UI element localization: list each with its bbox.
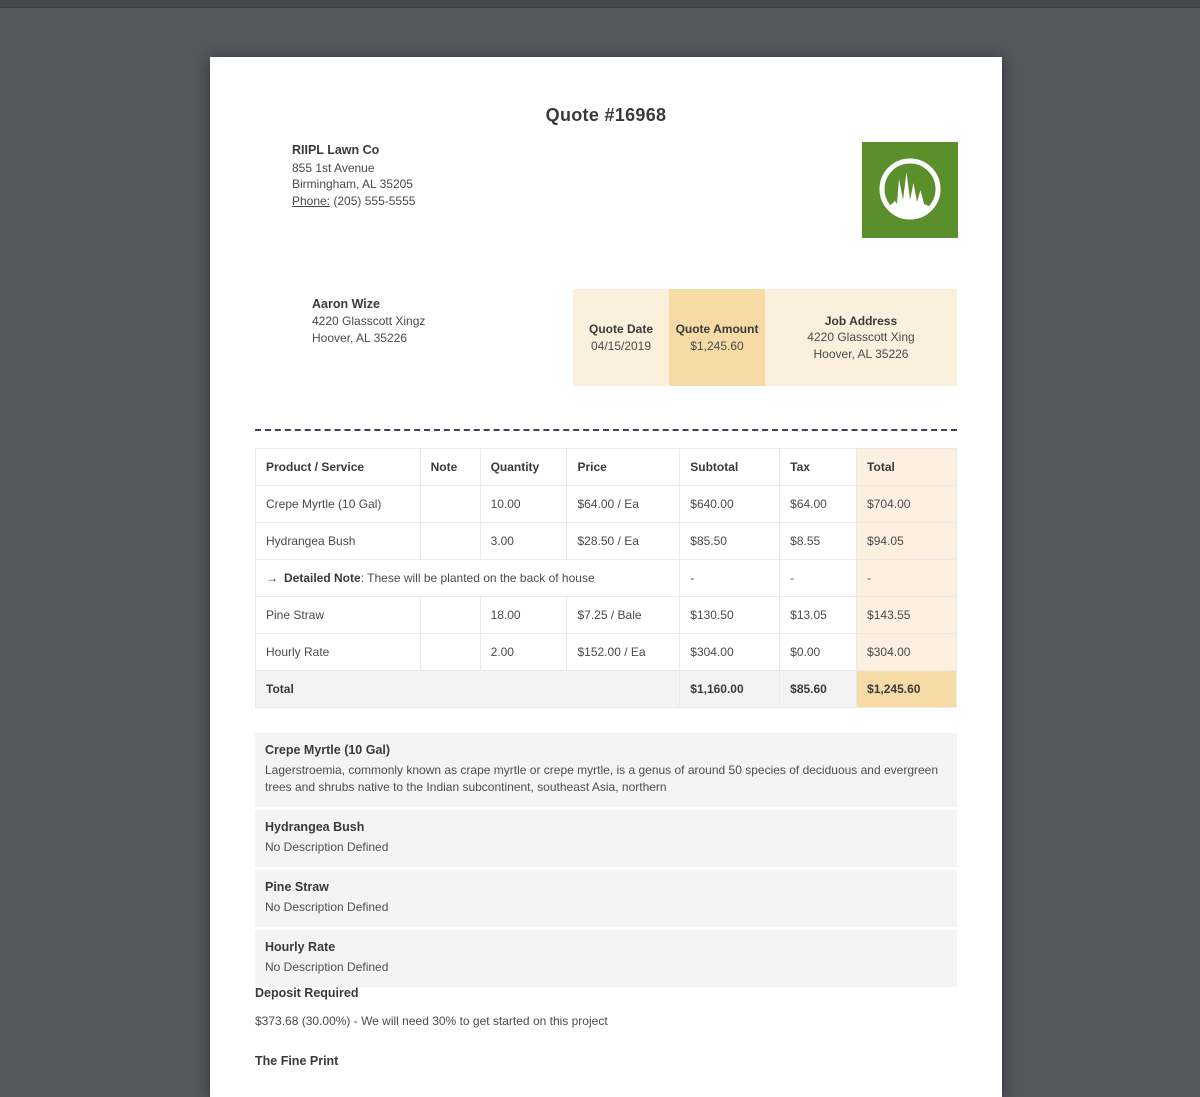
job-address-line2: Hoover, AL 35226 xyxy=(765,346,957,363)
cell-total: $143.55 xyxy=(857,597,957,634)
deposit-required-text: $373.68 (30.00%) - We will need 30% to g… xyxy=(255,1014,608,1028)
quote-date-value: 04/15/2019 xyxy=(573,338,669,355)
cell-product: Hydrangea Bush xyxy=(256,523,421,560)
quote-info-strip: Quote Date 04/15/2019 Quote Amount $1,24… xyxy=(573,289,957,386)
job-address-box: Job Address 4220 Glasscott Xing Hoover, … xyxy=(765,289,957,386)
cell-tax: $0.00 xyxy=(780,634,857,671)
description-title: Pine Straw xyxy=(265,879,947,896)
cell-price: $28.50 / Ea xyxy=(567,523,680,560)
cell-tax: $13.05 xyxy=(780,597,857,634)
cell-tax: $8.55 xyxy=(780,523,857,560)
header-tax: Tax xyxy=(780,449,857,486)
company-name: RIIPL Lawn Co xyxy=(292,142,415,159)
quote-amount-label: Quote Amount xyxy=(669,321,765,338)
cell-subtotal: - xyxy=(680,560,780,597)
customer-name: Aaron Wize xyxy=(312,296,425,313)
description-section: Hourly Rate No Description Defined xyxy=(255,930,957,987)
total-row-subtotal: $1,160.00 xyxy=(680,671,780,708)
description-title: Hourly Rate xyxy=(265,939,947,956)
table-total-row: Total $1,160.00 $85.60 $1,245.60 xyxy=(256,671,957,708)
total-row-label: Total xyxy=(256,671,680,708)
cell-tax: - xyxy=(780,560,857,597)
description-text: No Description Defined xyxy=(265,899,947,916)
cell-subtotal: $130.50 xyxy=(680,597,780,634)
company-phone: Phone: (205) 555-5555 xyxy=(292,193,415,210)
company-info: RIIPL Lawn Co 855 1st Avenue Birmingham,… xyxy=(292,142,415,209)
company-address-line1: 855 1st Avenue xyxy=(292,160,415,177)
cell-subtotal: $85.50 xyxy=(680,523,780,560)
job-address-label: Job Address xyxy=(765,313,957,330)
cell-quantity: 18.00 xyxy=(480,597,567,634)
cell-quantity: 2.00 xyxy=(480,634,567,671)
table-header-row: Product / Service Note Quantity Price Su… xyxy=(256,449,957,486)
header-note: Note xyxy=(420,449,480,486)
header-price: Price xyxy=(567,449,680,486)
cell-product: Crepe Myrtle (10 Gal) xyxy=(256,486,421,523)
page-title: Quote #16968 xyxy=(210,105,1002,126)
company-address-line2: Birmingham, AL 35205 xyxy=(292,176,415,193)
cell-price: $64.00 / Ea xyxy=(567,486,680,523)
phone-number: (205) 555-5555 xyxy=(333,194,415,208)
detailed-note-label: Detailed Note xyxy=(284,571,361,585)
cell-subtotal: $304.00 xyxy=(680,634,780,671)
phone-label: Phone: xyxy=(292,194,330,208)
detailed-note-text: : These will be planted on the back of h… xyxy=(361,571,595,585)
quote-amount-box: Quote Amount $1,245.60 xyxy=(669,289,765,386)
product-descriptions: Crepe Myrtle (10 Gal) Lagerstroemia, com… xyxy=(255,733,957,990)
total-row-grand-total: $1,245.60 xyxy=(857,671,957,708)
cell-note xyxy=(420,486,480,523)
table-row: Hydrangea Bush 3.00 $28.50 / Ea $85.50 $… xyxy=(256,523,957,560)
fine-print-title: The Fine Print xyxy=(255,1054,338,1068)
customer-info: Aaron Wize 4220 Glasscott Xingz Hoover, … xyxy=(312,296,425,347)
quote-document-page: Quote #16968 RIIPL Lawn Co 855 1st Avenu… xyxy=(210,57,1002,1097)
quote-date-label: Quote Date xyxy=(573,321,669,338)
cell-total: - xyxy=(857,560,957,597)
customer-address-line1: 4220 Glasscott Xingz xyxy=(312,313,425,330)
deposit-required-title: Deposit Required xyxy=(255,986,359,1000)
cell-tax: $64.00 xyxy=(780,486,857,523)
cell-total: $304.00 xyxy=(857,634,957,671)
header-product: Product / Service xyxy=(256,449,421,486)
detailed-note-cell: → Detailed Note: These will be planted on… xyxy=(256,560,680,597)
cell-product: Hourly Rate xyxy=(256,634,421,671)
cell-price: $152.00 / Ea xyxy=(567,634,680,671)
description-title: Hydrangea Bush xyxy=(265,819,947,836)
dashed-divider xyxy=(255,429,957,431)
total-row-tax: $85.60 xyxy=(780,671,857,708)
viewer-top-bar xyxy=(0,0,1200,8)
description-section: Crepe Myrtle (10 Gal) Lagerstroemia, com… xyxy=(255,733,957,807)
job-address-line1: 4220 Glasscott Xing xyxy=(765,329,957,346)
description-text: No Description Defined xyxy=(265,959,947,976)
arrow-right-icon: → xyxy=(266,571,278,585)
header-total: Total xyxy=(857,449,957,486)
table-row: Pine Straw 18.00 $7.25 / Bale $130.50 $1… xyxy=(256,597,957,634)
cell-total: $704.00 xyxy=(857,486,957,523)
description-title: Crepe Myrtle (10 Gal) xyxy=(265,742,947,759)
cell-price: $7.25 / Bale xyxy=(567,597,680,634)
grass-logo-icon xyxy=(862,142,958,238)
cell-product: Pine Straw xyxy=(256,597,421,634)
description-text: No Description Defined xyxy=(265,839,947,856)
description-section: Hydrangea Bush No Description Defined xyxy=(255,810,957,867)
company-logo xyxy=(862,142,958,238)
line-items-table: Product / Service Note Quantity Price Su… xyxy=(255,448,957,708)
cell-note xyxy=(420,523,480,560)
table-row: Crepe Myrtle (10 Gal) 10.00 $64.00 / Ea … xyxy=(256,486,957,523)
customer-address-line2: Hoover, AL 35226 xyxy=(312,330,425,347)
cell-note xyxy=(420,634,480,671)
header-quantity: Quantity xyxy=(480,449,567,486)
cell-note xyxy=(420,597,480,634)
cell-subtotal: $640.00 xyxy=(680,486,780,523)
cell-total: $94.05 xyxy=(857,523,957,560)
cell-quantity: 10.00 xyxy=(480,486,567,523)
cell-quantity: 3.00 xyxy=(480,523,567,560)
description-text: Lagerstroemia, commonly known as crape m… xyxy=(265,762,947,796)
table-row: Hourly Rate 2.00 $152.00 / Ea $304.00 $0… xyxy=(256,634,957,671)
quote-amount-value: $1,245.60 xyxy=(669,338,765,355)
detailed-note-row: → Detailed Note: These will be planted on… xyxy=(256,560,957,597)
quote-date-box: Quote Date 04/15/2019 xyxy=(573,289,669,386)
header-subtotal: Subtotal xyxy=(680,449,780,486)
description-section: Pine Straw No Description Defined xyxy=(255,870,957,927)
